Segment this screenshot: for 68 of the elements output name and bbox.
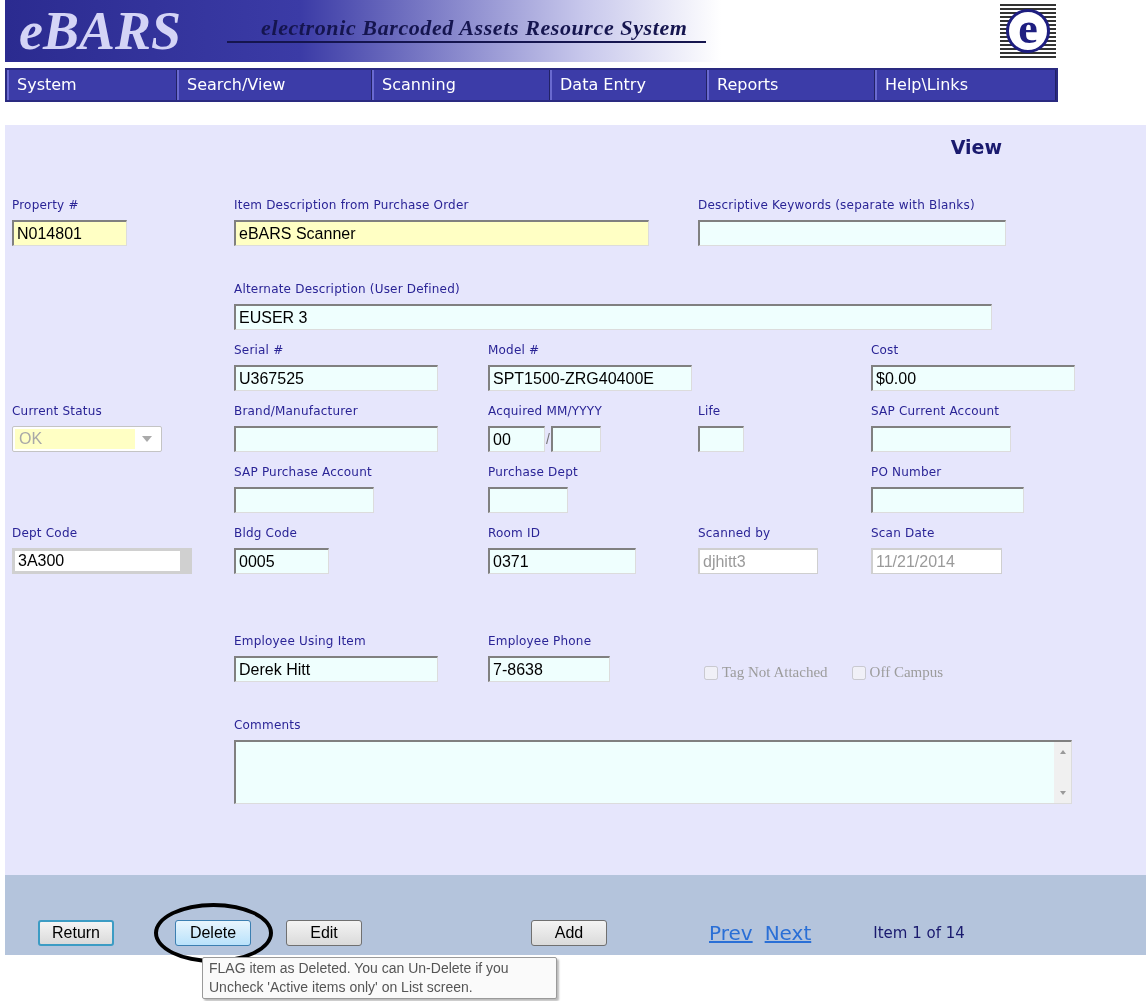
text-field[interactable]: EUSER 3 — [234, 304, 992, 330]
scroll-up-icon[interactable] — [1059, 750, 1066, 754]
text-field[interactable]: 0005 — [234, 548, 329, 574]
field-label: Brand/Manufacturer — [234, 404, 358, 418]
text-field[interactable]: Derek Hitt — [234, 656, 438, 682]
field-label: Cost — [871, 343, 899, 357]
field-label: Scanned by — [698, 526, 771, 540]
action-button[interactable]: Return — [38, 920, 114, 946]
tooltip: FLAG item as Deleted. You can Un-Delete if you Uncheck 'Active items only' on List screen. — [202, 957, 557, 999]
text-field[interactable] — [698, 220, 1006, 246]
nav-menu-item[interactable]: Help\Links — [875, 70, 1056, 100]
field-label: Property # — [12, 198, 79, 212]
checkbox-label: Tag Not Attached — [722, 664, 828, 681]
action-button[interactable]: Add — [531, 920, 607, 946]
field-label: Descriptive Keywords (separate with Blanks) — [698, 198, 975, 212]
nav-menu-item[interactable]: Data Entry — [550, 70, 707, 100]
scroll-down-icon[interactable] — [1059, 791, 1066, 795]
logo-text: eBARS — [19, 1, 182, 61]
logo-letter: e — [1006, 9, 1050, 53]
tagline: electronic Barcoded Assets Resource System — [227, 15, 706, 43]
field-label: Bldg Code — [234, 526, 298, 540]
field-label: Employee Phone — [488, 634, 592, 648]
field-label: Model # — [488, 343, 540, 357]
page-title: View — [949, 137, 1003, 157]
month-field[interactable]: 00 — [488, 426, 545, 452]
text-field[interactable] — [871, 487, 1024, 513]
field-label: SAP Purchase Account — [234, 465, 372, 479]
text-field[interactable]: U367525 — [234, 365, 438, 391]
field-label: Item Description from Purchase Order — [234, 198, 469, 212]
status-value: OK — [15, 429, 135, 449]
text-field[interactable]: N014801 — [12, 220, 127, 246]
caret-icon — [142, 436, 152, 442]
field-label: SAP Current Account — [871, 404, 1000, 418]
nav-menu-item[interactable]: Scanning — [372, 70, 550, 100]
text-field[interactable]: 7-8638 — [488, 656, 610, 682]
nav-menu-item[interactable]: Reports — [707, 70, 875, 100]
text-field[interactable]: 0371 — [488, 548, 636, 574]
field-label: PO Number — [871, 465, 942, 479]
field-label: Current Status — [12, 404, 102, 418]
scrollbar[interactable] — [1054, 742, 1071, 803]
field-label: Life — [698, 404, 721, 418]
date-separator: / — [545, 431, 551, 447]
field-label: Employee Using Item — [234, 634, 366, 648]
text-field[interactable]: eBARS Scanner — [234, 220, 649, 246]
checkbox-label: Off Campus — [869, 664, 944, 681]
text-field[interactable]: 3A300 — [12, 548, 192, 574]
text-field[interactable] — [698, 426, 744, 452]
text-field[interactable] — [234, 426, 438, 452]
field-label: Acquired MM/YYYY — [488, 404, 602, 418]
field-label: Comments — [234, 718, 301, 732]
year-field[interactable] — [550, 426, 601, 452]
comments-field[interactable] — [234, 740, 1072, 804]
field-label: Dept Code — [12, 526, 78, 540]
nav-menu-item[interactable]: Search/View — [177, 70, 372, 100]
field-label: Alternate Description (User Defined) — [234, 282, 460, 296]
item-counter: Item 1 of 14 — [873, 924, 965, 942]
text-field[interactable]: $0.00 — [871, 365, 1075, 391]
text-field[interactable]: SPT1500-ZRG40400E — [488, 365, 692, 391]
nav-menu-item[interactable]: System — [7, 70, 177, 100]
field-label: Purchase Dept — [488, 465, 578, 479]
text-field[interactable] — [234, 487, 374, 513]
action-button[interactable]: Delete — [175, 920, 251, 946]
field-label: Room ID — [488, 526, 541, 540]
text-field[interactable] — [871, 426, 1011, 452]
field-label: Serial # — [234, 343, 284, 357]
field-label: Scan Date — [871, 526, 935, 540]
action-button[interactable]: Edit — [286, 920, 362, 946]
text-field[interactable] — [488, 487, 568, 513]
